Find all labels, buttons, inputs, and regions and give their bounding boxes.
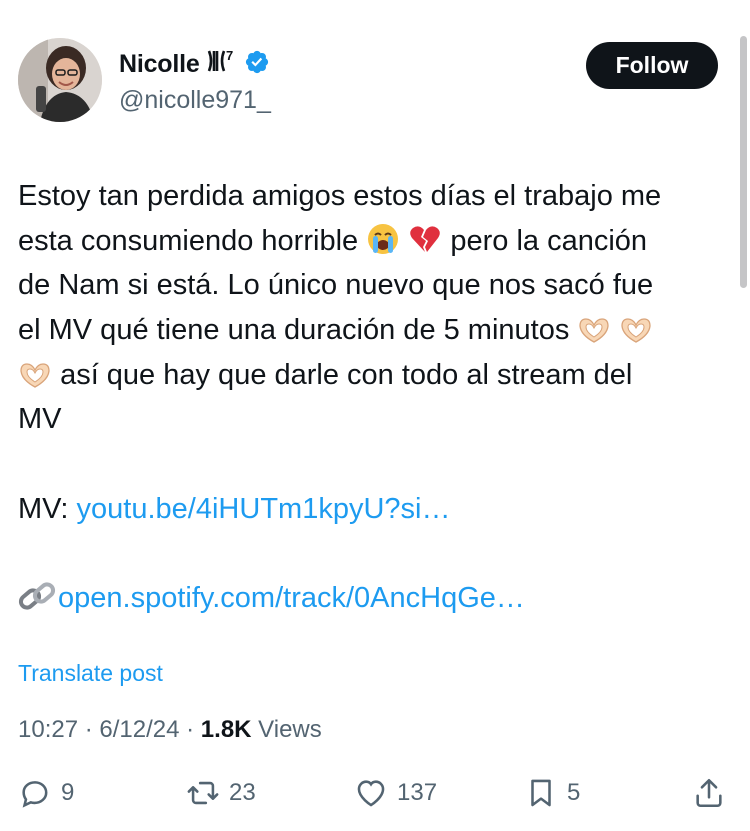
reply-icon (22, 781, 48, 808)
post-line-2: esta consumiendo horrible pero la canció… (18, 219, 730, 264)
broken-heart-icon (408, 222, 442, 270)
post-line-4: el MV qué tiene una duración de 5 minuto… (18, 308, 730, 353)
share-button[interactable] (692, 776, 726, 810)
meta-separator: · (78, 716, 100, 743)
post-time[interactable]: 10:27 (18, 716, 78, 743)
post-line-2-start: esta consumiendo horrible (18, 224, 359, 257)
army-superscript: 7 (226, 48, 233, 63)
post-blank-line (18, 442, 730, 487)
like-button[interactable]: 137 (354, 776, 437, 810)
follow-button[interactable]: Follow (586, 42, 718, 89)
post-line-5: así que hay que darle con todo al stream… (18, 353, 730, 398)
post-line-5-text: así que hay que darle con todo al stream… (60, 358, 633, 391)
spotify-link[interactable]: open.spotify.com/track/0AncHqGe… (58, 582, 525, 614)
post-line-3: de Nam si está. Lo único nuevo que nos s… (18, 269, 654, 302)
post-blank-line (18, 532, 730, 577)
name-row: Nicolle 7 (119, 48, 270, 80)
loudly-crying-face-icon (366, 222, 400, 270)
link-icon (18, 579, 58, 627)
reply-button[interactable]: 9 (18, 776, 74, 810)
like-count: 137 (397, 779, 438, 806)
post-line-1: Estoy tan perdida amigos estos días el t… (18, 180, 662, 212)
share-icon (696, 778, 722, 808)
bookmark-icon (531, 779, 551, 807)
repost-icon (187, 781, 219, 805)
repost-button[interactable]: 23 (186, 776, 256, 810)
mv-prefix: MV: (18, 492, 77, 525)
post-line-4-text: el MV qué tiene una duración de 5 minuto… (18, 314, 570, 347)
repost-count: 23 (229, 779, 256, 806)
post-line-6: MV (18, 403, 62, 436)
bookmark-count: 5 (567, 779, 581, 806)
army-emblem: 7 (206, 48, 236, 80)
views-label: Views (258, 716, 322, 743)
post-text: Estoy tan perdida amigos estos días el t… (18, 174, 730, 621)
translate-post-link[interactable]: Translate post (18, 660, 163, 687)
action-bar: 9 23 137 5 (18, 776, 730, 820)
avatar[interactable] (18, 38, 102, 122)
user-handle[interactable]: @nicolle971_ (119, 86, 271, 115)
youtube-link[interactable]: youtu.be/4iHUTm1kpyU?si… (77, 493, 451, 525)
reply-count: 9 (61, 779, 75, 806)
post-meta: 10:27 · 6/12/24 · 1.8K Views (18, 716, 322, 744)
post-date[interactable]: 6/12/24 (99, 716, 179, 743)
post-header: Nicolle 7 @nicolle971_ Follow (18, 38, 718, 124)
heart-icon (357, 780, 385, 807)
meta-separator: · (179, 716, 201, 743)
post-mv-line: MV: youtu.be/4iHUTm1kpyU?si… (18, 487, 730, 532)
bookmark-button[interactable]: 5 (524, 776, 580, 810)
verified-badge-icon[interactable] (242, 49, 270, 80)
post-spotify-line: open.spotify.com/track/0AncHqGe… (18, 576, 730, 621)
display-name[interactable]: Nicolle (119, 50, 200, 79)
views-count: 1.8K (200, 716, 252, 743)
post-line-2-end: pero la canción (450, 224, 648, 257)
scrollbar[interactable] (740, 36, 747, 288)
